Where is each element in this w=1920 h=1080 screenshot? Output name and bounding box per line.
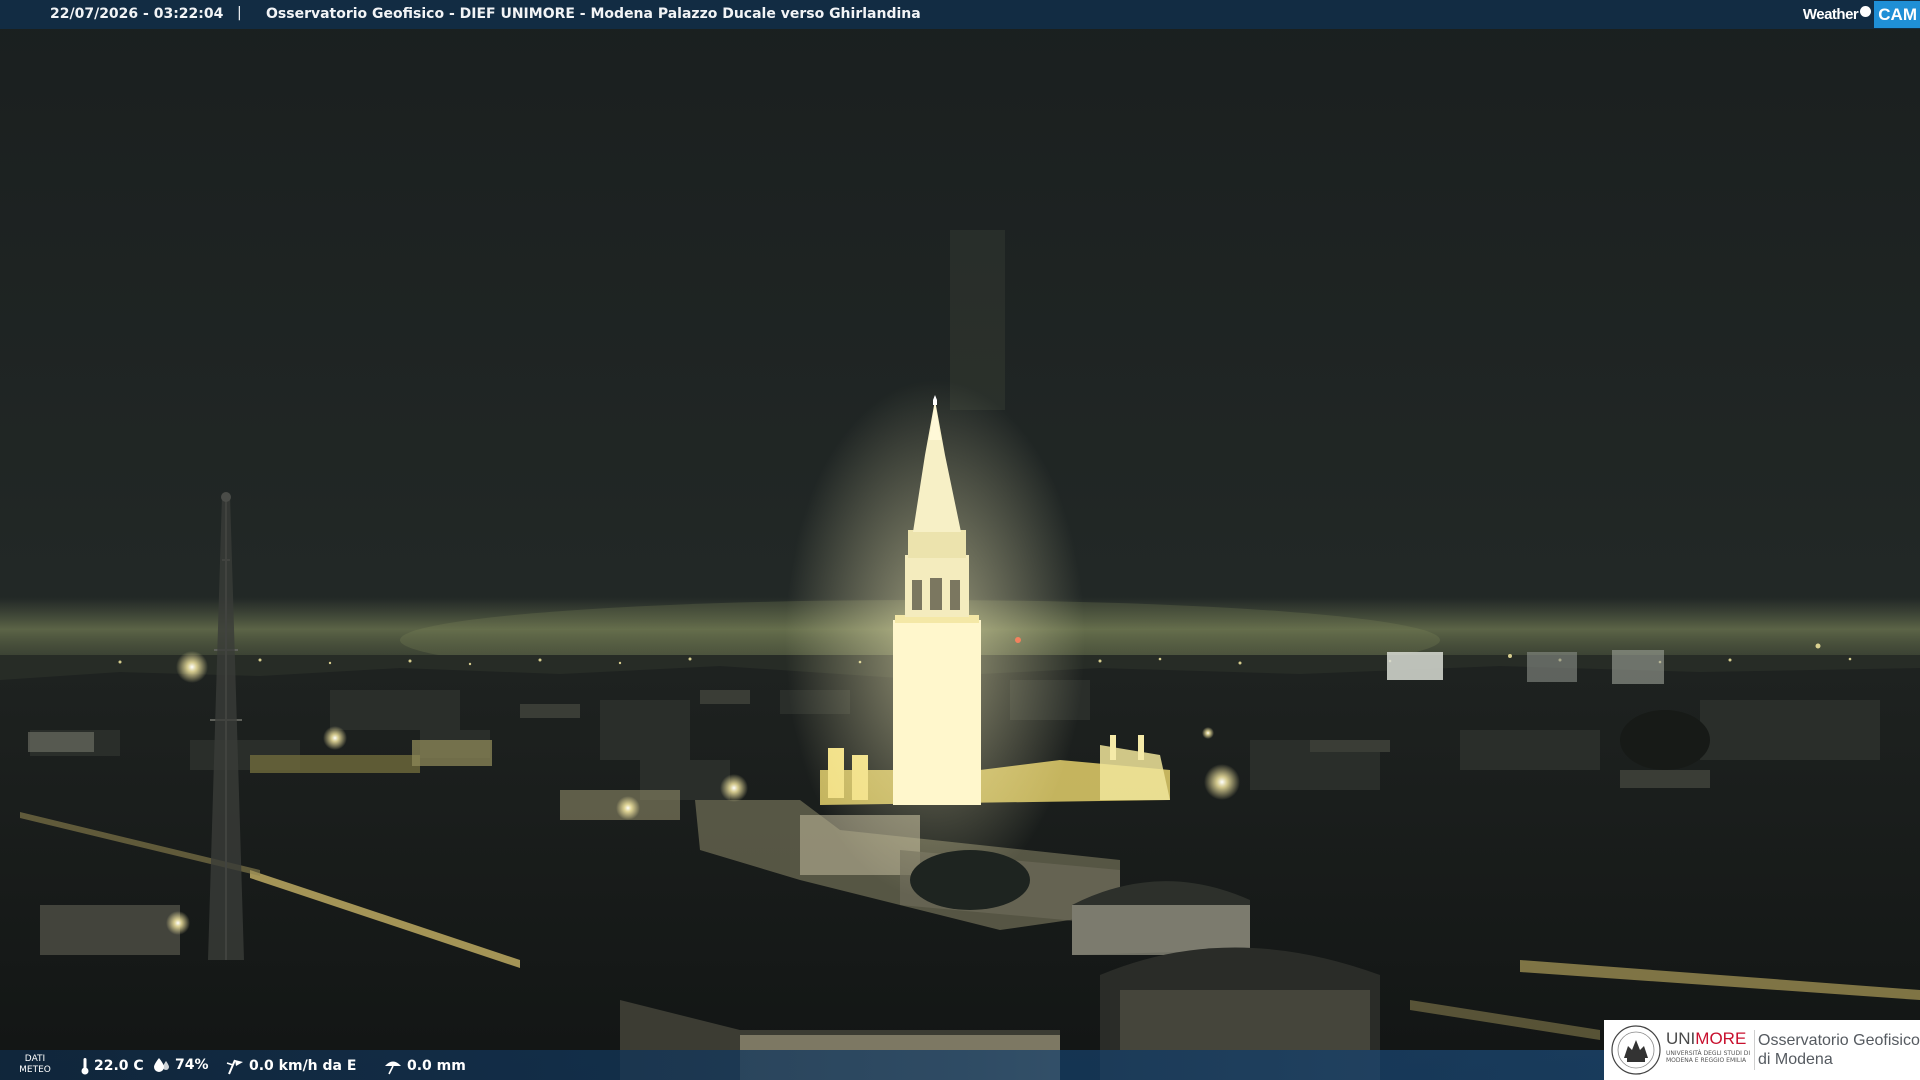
unimore-subtitle: UNIVERSITÀ DEGLI STUDI DI MODENA E REGGI… — [1666, 1050, 1751, 1064]
weathercam-logo: Weather CAM — [1803, 0, 1920, 29]
wind-reading: 0.0 km/h da E — [225, 1057, 356, 1075]
dati-label: DATI — [24, 1054, 46, 1064]
rain-umbrella-icon — [385, 1061, 401, 1075]
top-info-bar: 22/07/2026 - 03:22:04 | Osservatorio Geo… — [0, 0, 1920, 29]
wind-icon — [226, 1059, 243, 1075]
rain-value: 0.0 mm — [407, 1058, 466, 1074]
observatory-line2: di Modena — [1758, 1051, 1833, 1068]
unimore-wordmark: UNIMORE — [1666, 1030, 1746, 1048]
thermometer-icon — [81, 1058, 89, 1075]
wind-value: 0.0 km/h da E — [249, 1058, 357, 1074]
humidity-reading: 74% — [153, 1057, 209, 1073]
rain-reading: 0.0 mm — [383, 1057, 466, 1075]
unimore-logo-panel: UNIMORE UNIVERSITÀ DEGLI STUDI DI MODENA… — [1604, 1020, 1920, 1080]
weather-data-bar: DATI METEO 22.0 C 74% 0.0 km/h da E 0.0 … — [0, 1050, 1604, 1080]
weathercam-cam-text: CAM — [1874, 1, 1920, 28]
meteo-label: METEO — [19, 1065, 51, 1075]
logo-divider — [1754, 1030, 1755, 1070]
temperature-reading: 22.0 C — [80, 1057, 144, 1075]
weathercam-dot-icon — [1860, 6, 1872, 17]
observatory-line1: Osservatorio Geofisico — [1758, 1032, 1920, 1049]
observatory-name: Osservatorio Geofisico di Modena — [1758, 1031, 1920, 1069]
weathercam-weather-text: Weather — [1802, 6, 1859, 23]
camera-title: Osservatorio Geofisico - DIEF UNIMORE - … — [266, 6, 921, 22]
temperature-value: 22.0 C — [94, 1058, 144, 1074]
dati-meteo-label: DATI METEO — [18, 1054, 52, 1076]
humidity-value: 74% — [175, 1057, 209, 1073]
humidity-drop-icon — [154, 1058, 169, 1072]
title-separator: | — [237, 5, 242, 21]
webcam-scene — [0, 0, 1920, 1080]
unimore-uni: UNI — [1666, 1029, 1696, 1048]
unimore-more: MORE — [1695, 1029, 1747, 1048]
timestamp: 22/07/2026 - 03:22:04 — [50, 6, 224, 22]
unimore-seal-icon — [1611, 1025, 1661, 1075]
